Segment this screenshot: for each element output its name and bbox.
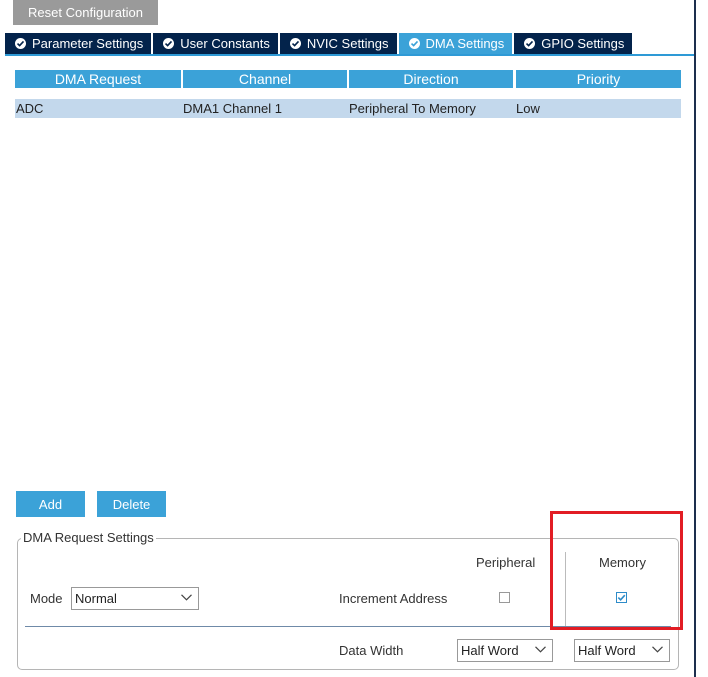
peripheral-data-width-select[interactable]: Half Word: [457, 639, 553, 662]
chevron-down-icon: [181, 594, 192, 601]
memory-data-width-value: Half Word: [578, 643, 636, 658]
tab-label: NVIC Settings: [306, 36, 389, 51]
column-header-priority[interactable]: Priority: [516, 70, 681, 88]
chevron-down-icon: [652, 646, 663, 653]
tab-nvic-settings[interactable]: NVIC Settings: [279, 33, 397, 54]
delete-button[interactable]: Delete: [97, 491, 166, 517]
reset-configuration-button[interactable]: Reset Configuration: [13, 0, 158, 25]
table-cell-priority: Low: [516, 101, 540, 116]
column-header-channel[interactable]: Channel: [183, 70, 347, 88]
mode-select[interactable]: Normal: [71, 587, 199, 610]
tab-label: DMA Settings: [425, 36, 505, 51]
table-cell-direction: Peripheral To Memory: [349, 101, 476, 116]
tab-bar: Parameter Settings User Constants NVIC S…: [5, 33, 634, 55]
check-circle-icon: [408, 38, 420, 49]
chevron-down-icon: [535, 646, 546, 653]
peripheral-column-label: Peripheral: [476, 555, 536, 570]
tab-gpio-settings[interactable]: GPIO Settings: [514, 33, 633, 54]
table-cell-dma-request: ADC: [16, 101, 44, 116]
mode-select-value: Normal: [75, 591, 117, 606]
memory-highlight-box: [550, 511, 683, 630]
memory-data-width-select[interactable]: Half Word: [574, 639, 670, 662]
column-header-dma-request[interactable]: DMA Request: [15, 70, 181, 88]
increment-address-label: Increment Address: [339, 591, 448, 606]
tab-dma-settings[interactable]: DMA Settings: [398, 33, 513, 54]
tab-label: GPIO Settings: [541, 36, 625, 51]
mode-label: Mode: [30, 591, 63, 606]
panel-right-border: [694, 0, 696, 677]
group-legend: DMA Request Settings: [21, 530, 156, 545]
column-header-direction[interactable]: Direction: [349, 70, 513, 88]
tab-user-constants[interactable]: User Constants: [153, 33, 278, 54]
table-cell-channel: DMA1 Channel 1: [183, 101, 282, 116]
data-width-label: Data Width: [339, 643, 404, 658]
tab-underline: [5, 54, 694, 56]
check-circle-icon: [15, 38, 26, 49]
add-button[interactable]: Add: [16, 491, 85, 517]
tab-parameter-settings[interactable]: Parameter Settings: [5, 33, 152, 54]
check-circle-icon: [524, 38, 536, 49]
check-circle-icon: [163, 38, 175, 49]
table-row[interactable]: [15, 99, 681, 118]
tab-label: Parameter Settings: [32, 36, 144, 51]
peripheral-increment-checkbox[interactable]: [499, 592, 510, 603]
check-circle-icon: [289, 38, 301, 49]
tab-label: User Constants: [180, 36, 270, 51]
peripheral-data-width-value: Half Word: [461, 643, 519, 658]
